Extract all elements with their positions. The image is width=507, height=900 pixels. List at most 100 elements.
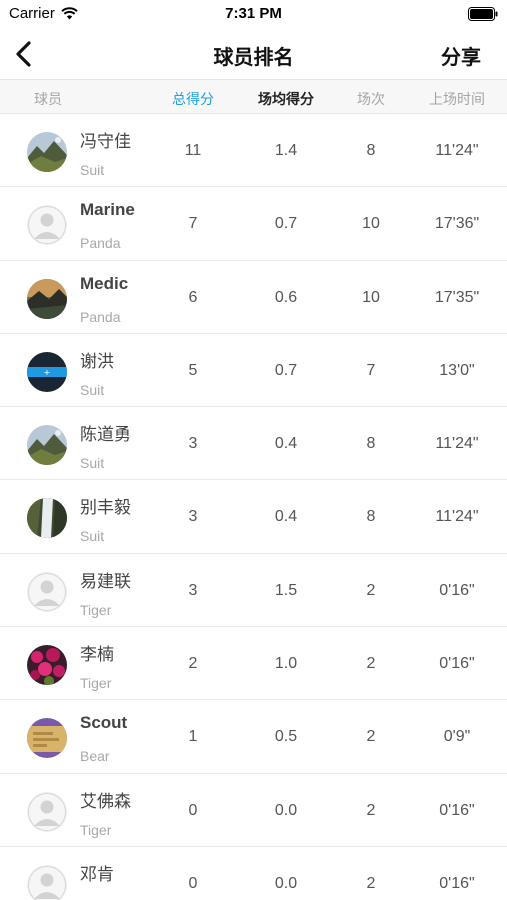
- player-name: Scout: [80, 713, 128, 733]
- share-button[interactable]: 分享: [441, 41, 481, 70]
- battery-icon: [468, 7, 498, 21]
- games-played: 8: [366, 508, 376, 526]
- player-row[interactable]: 陈道勇 Suit 3 0.4 8 11'24": [0, 407, 507, 481]
- playing-time: 0'16": [439, 581, 475, 599]
- playing-time: 11'24": [435, 435, 479, 453]
- games-played: 8: [366, 142, 376, 159]
- player-row[interactable]: 艾佛森 Tiger 0 0.0 2 0'16": [0, 773, 507, 847]
- column-header: 球员 总得分 场均得分 场次 上场时间: [0, 80, 507, 114]
- player-name: 艾佛森: [80, 791, 131, 811]
- games-played: 2: [366, 728, 376, 746]
- default-user-avatar: [27, 864, 67, 900]
- average-points: 0.4: [274, 435, 298, 453]
- total-points: 3: [188, 435, 198, 453]
- average-points: 0.4: [274, 508, 298, 526]
- player-name: 邓肯: [80, 864, 114, 884]
- total-points: 0: [188, 874, 198, 892]
- total-points: 0: [188, 801, 198, 819]
- playing-time: 17'35": [434, 288, 480, 306]
- total-points: 11: [184, 142, 202, 159]
- mountain-photo-avatar: [27, 132, 67, 172]
- navigation-bar: 球员排名 分享: [0, 28, 507, 80]
- svg-text:+: +: [44, 368, 51, 377]
- team-name: Panda: [80, 235, 121, 252]
- flowers-photo-avatar: [27, 645, 67, 686]
- waterfall-photo-avatar: [27, 498, 67, 539]
- games-played: 10: [362, 215, 380, 233]
- team-name: Tiger: [80, 601, 112, 618]
- games-played: 10: [362, 288, 380, 306]
- average-points: 0.5: [274, 728, 298, 746]
- status-bar: Carrier 7:31 PM: [0, 0, 507, 28]
- sort-by-playing-time[interactable]: 上场时间: [429, 89, 485, 109]
- team-name: Panda: [80, 308, 121, 325]
- sort-by-games[interactable]: 场次: [357, 89, 385, 109]
- default-user-avatar: [27, 791, 67, 832]
- average-points: 0.0: [274, 801, 298, 819]
- playing-time: 0'16": [439, 874, 475, 892]
- player-row[interactable]: 邓肯 0 0.0 2 0'16": [0, 846, 507, 900]
- average-points: 1.0: [274, 655, 298, 673]
- games-played: 7: [366, 361, 376, 379]
- total-points: 7: [188, 215, 198, 233]
- player-name: Medic: [80, 273, 129, 293]
- mountain-photo-avatar: [27, 425, 67, 466]
- default-user-avatar: [27, 205, 67, 246]
- playing-time: 11'24": [435, 142, 479, 159]
- player-row[interactable]: 别丰毅 Suit 3 0.4 8 11'24": [0, 480, 507, 554]
- sort-by-total-points[interactable]: 总得分: [172, 89, 214, 109]
- total-points: 2: [188, 655, 198, 673]
- playing-time: 17'36": [434, 215, 480, 233]
- playing-time: 11'24": [435, 508, 479, 526]
- total-points: 6: [188, 288, 198, 306]
- player-row[interactable]: + 谢洪 Suit 5 0.7 7 13'0": [0, 333, 507, 408]
- team-name: Bear: [80, 748, 110, 765]
- page-title: 球员排名: [213, 47, 294, 69]
- team-name: Tiger: [80, 675, 112, 692]
- playing-time: 0'9": [443, 728, 471, 746]
- average-points: 0.0: [274, 874, 298, 892]
- player-name: 冯守佳: [80, 132, 131, 151]
- player-row[interactable]: Marine Panda 7 0.7 10 17'36": [0, 187, 507, 261]
- average-points: 0.6: [274, 288, 298, 306]
- clock: 7:31 PM: [225, 5, 282, 22]
- average-points: 1.4: [274, 142, 298, 159]
- total-points: 3: [188, 508, 198, 526]
- games-played: 2: [366, 581, 376, 599]
- player-name: 易建联: [80, 571, 131, 591]
- blue-screen-avatar: +: [27, 351, 67, 392]
- team-name: Suit: [80, 528, 105, 545]
- player-row[interactable]: 易建联 Tiger 3 1.5 2 0'16": [0, 553, 507, 628]
- team-name: Suit: [80, 162, 105, 178]
- player-ranking-list: 冯守佳 Suit 11 1.4 8 11'24" Marine Panda 7 …: [0, 114, 507, 900]
- games-played: 2: [366, 874, 376, 892]
- card-photo-avatar: [27, 718, 67, 759]
- player-row[interactable]: Medic Panda 6 0.6 10 17'35": [0, 260, 507, 334]
- player-name: Marine: [80, 200, 135, 220]
- player-name: 李楠: [80, 645, 114, 665]
- player-name: 别丰毅: [80, 498, 131, 518]
- average-points: 1.5: [274, 581, 298, 599]
- team-name: Suit: [80, 455, 105, 472]
- column-header-player: 球员: [34, 91, 62, 107]
- player-name: 谢洪: [80, 351, 114, 371]
- sunset-photo-avatar: [27, 278, 67, 319]
- team-name: Suit: [80, 381, 105, 398]
- total-points: 1: [188, 728, 198, 746]
- average-points: 0.7: [274, 215, 298, 233]
- team-name: Tiger: [80, 821, 112, 838]
- playing-time: 0'16": [439, 655, 475, 673]
- games-played: 8: [366, 435, 376, 453]
- games-played: 2: [366, 801, 376, 819]
- default-user-avatar: [27, 571, 67, 612]
- player-row[interactable]: 李楠 Tiger 2 1.0 2 0'16": [0, 627, 507, 701]
- sort-by-average-points[interactable]: 场均得分: [258, 89, 314, 109]
- playing-time: 0'16": [439, 801, 475, 819]
- average-points: 0.7: [274, 361, 298, 379]
- player-row[interactable]: Scout Bear 1 0.5 2 0'9": [0, 700, 507, 774]
- back-arrow-icon[interactable]: [10, 38, 38, 70]
- player-name: 陈道勇: [80, 425, 131, 445]
- player-row[interactable]: 冯守佳 Suit 11 1.4 8 11'24": [0, 114, 507, 188]
- total-points: 3: [188, 581, 198, 599]
- playing-time: 13'0": [439, 361, 475, 379]
